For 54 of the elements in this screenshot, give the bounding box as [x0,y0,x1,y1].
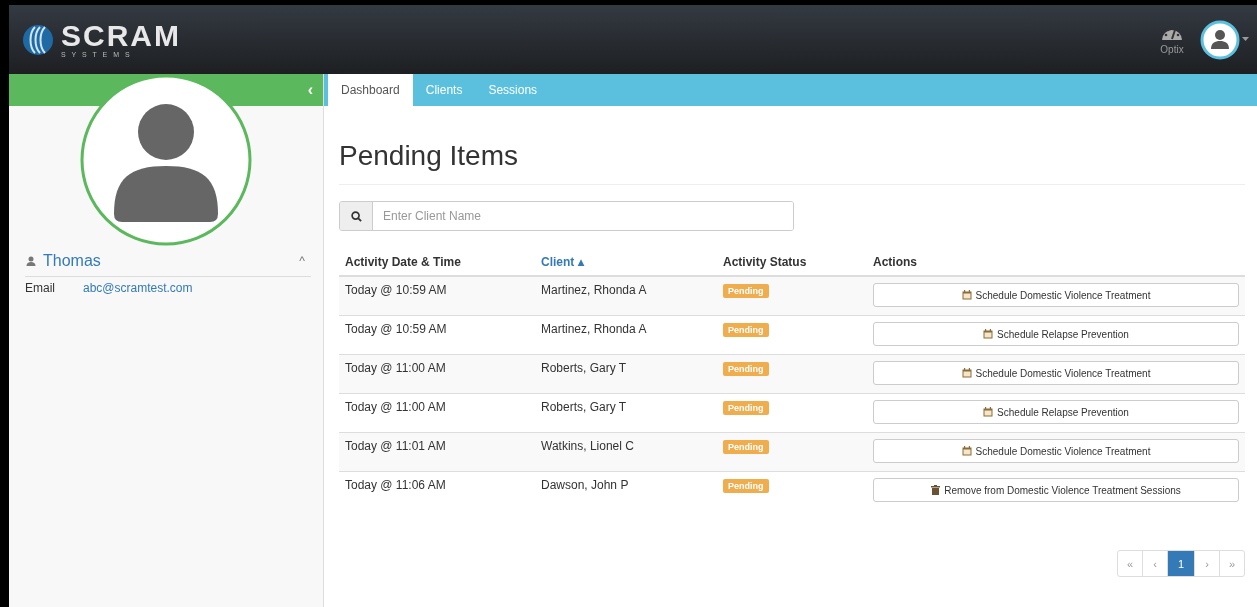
status-badge: Pending [723,479,769,493]
status-badge: Pending [723,284,769,298]
sort-link[interactable]: Client ▴ [541,255,584,269]
table-cell: Today @ 11:01 AM [345,439,446,453]
table-cell: Today @ 10:59 AM [345,283,447,297]
user-icon [25,255,37,267]
search-icon [350,210,362,222]
user-avatar-icon[interactable] [1200,19,1240,60]
action-button[interactable]: Schedule Relapse Prevention [873,400,1239,424]
table-cell: Today @ 11:06 AM [345,478,446,492]
nav-tab[interactable]: Dashboard [328,74,413,106]
detail-label: Email [25,281,56,295]
page-button[interactable]: ‹ [1142,550,1168,577]
table-cell: Watkins, Lionel C [541,439,634,453]
table-cell: Today @ 11:00 AM [345,361,446,375]
column-header: Actions [873,255,917,269]
table-cell: Roberts, Gary T [541,361,627,375]
action-button[interactable]: Schedule Domestic Violence Treatment [873,283,1239,307]
page-button[interactable]: 1 [1167,550,1195,577]
page-button[interactable]: » [1219,550,1245,577]
table-cell: Martinez, Rhonda A [541,322,647,336]
table-cell: Martinez, Rhonda A [541,283,647,297]
optix-label[interactable]: Optix [1160,44,1184,55]
collapse-toggle[interactable]: ^ [293,253,311,269]
action-button[interactable]: Schedule Domestic Violence Treatment [873,361,1239,385]
action-button[interactable]: Remove from Domestic Violence Treatment Sessions [873,478,1239,502]
calendar-icon [961,368,972,378]
calendar-icon [983,407,994,417]
action-button[interactable]: Schedule Relapse Prevention [873,322,1239,346]
table-cell: Roberts, Gary T [541,400,627,414]
status-badge: Pending [723,440,769,454]
calendar-icon [961,446,972,456]
table-cell: Today @ 10:59 AM [345,322,447,336]
status-badge: Pending [723,362,769,376]
collapse-button[interactable]: ‹ [305,81,315,99]
action-button[interactable]: Schedule Domestic Violence Treatment [873,439,1239,463]
user-name: Thomas [43,252,101,270]
page-title: Pending Items [339,140,1245,185]
page-button[interactable]: › [1194,550,1220,577]
logo-name: SCRAM [61,20,181,51]
table-cell: Dawson, John P [541,478,629,492]
column-header: Activity Date & Time [345,255,461,269]
search-field[interactable]: Enter Client Name [339,201,794,231]
table-cell: Today @ 11:00 AM [345,400,446,414]
calendar-icon [961,290,972,300]
column-header: Activity Status [723,255,807,269]
caret-icon[interactable] [1242,37,1249,42]
status-badge: Pending [723,323,769,337]
calendar-icon [983,329,994,339]
trash-icon [931,485,941,495]
page-button[interactable]: « [1117,550,1143,577]
logo-icon [21,22,55,57]
status-badge: Pending [723,401,769,415]
email-link[interactable]: abc@scramtest.com [83,281,193,295]
